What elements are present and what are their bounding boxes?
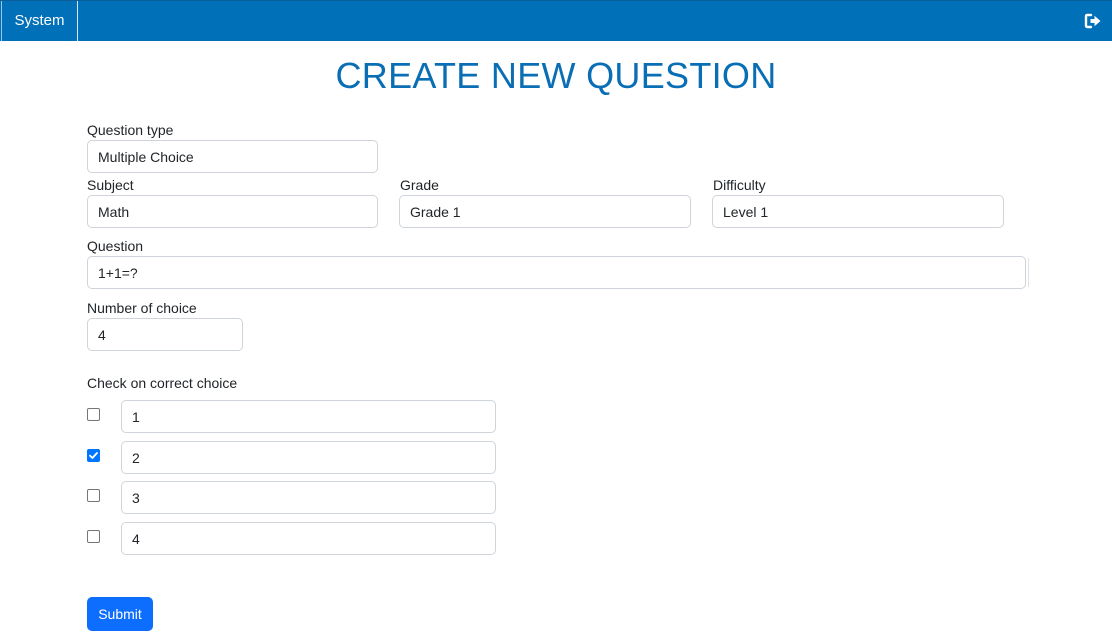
submit-button[interactable]: Submit xyxy=(87,597,153,631)
number-of-choice-label: Number of choice xyxy=(87,300,197,316)
question-type-label: Question type xyxy=(87,122,174,138)
number-of-choice-field[interactable] xyxy=(87,318,243,351)
question-field[interactable] xyxy=(87,256,1026,289)
difficulty-label: Difficulty xyxy=(713,177,766,193)
field-resize-edge xyxy=(1028,258,1029,287)
subject-field[interactable] xyxy=(87,195,378,228)
difficulty-field[interactable] xyxy=(712,195,1004,228)
choice-1-field[interactable] xyxy=(121,400,496,433)
choice-3-checkbox[interactable] xyxy=(87,489,100,502)
grade-label: Grade xyxy=(400,177,439,193)
top-navbar: System xyxy=(0,0,1112,41)
question-type-field[interactable] xyxy=(87,140,378,173)
brand-link[interactable]: System xyxy=(1,1,78,41)
page-title: CREATE NEW QUESTION xyxy=(335,55,777,96)
choice-4-checkbox[interactable] xyxy=(87,530,100,543)
choice-4-field[interactable] xyxy=(121,522,496,555)
grade-field[interactable] xyxy=(399,195,691,228)
choices-label: Check on correct choice xyxy=(87,375,238,391)
question-label: Question xyxy=(87,238,144,254)
sign-out-icon[interactable] xyxy=(1084,12,1102,30)
choice-3-field[interactable] xyxy=(121,481,496,514)
choice-1-checkbox[interactable] xyxy=(87,408,100,421)
choice-2-checkbox[interactable] xyxy=(87,449,100,462)
choice-2-field[interactable] xyxy=(121,441,496,474)
subject-label: Subject xyxy=(87,177,134,193)
